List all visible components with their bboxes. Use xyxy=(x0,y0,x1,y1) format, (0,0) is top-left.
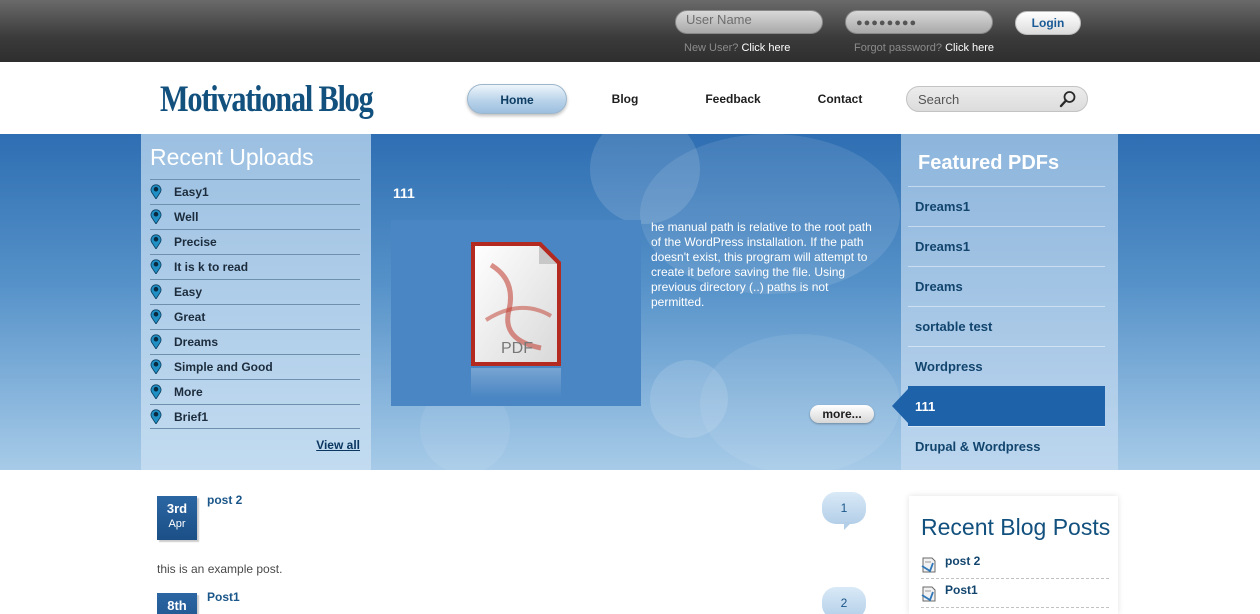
pdf-icon-label: PDF xyxy=(501,340,533,357)
view-all-link[interactable]: View all xyxy=(316,438,360,452)
pin-icon xyxy=(150,284,162,299)
feature-description: he manual path is relative to the root p… xyxy=(651,220,872,309)
upload-item[interactable]: Easy xyxy=(150,279,360,304)
pin-icon xyxy=(150,309,162,324)
password-input[interactable]: ●●●●●●●● xyxy=(845,10,993,34)
forgot-password-text: Forgot password? xyxy=(854,42,943,54)
pdf-item[interactable]: Wordpress xyxy=(908,346,1105,386)
search-placeholder: Search xyxy=(918,92,960,107)
upload-item[interactable]: Simple and Good xyxy=(150,354,360,379)
recent-blog-posts-panel: Recent Blog Posts post 2 Post1 xyxy=(909,496,1118,614)
comment-count-bubble[interactable]: 1 xyxy=(822,492,866,530)
pdf-item[interactable]: Dreams1 xyxy=(908,226,1105,266)
post-title[interactable]: post 2 xyxy=(207,493,242,507)
document-icon xyxy=(921,586,936,602)
pin-icon xyxy=(150,184,162,199)
pdf-item-active[interactable]: 111 xyxy=(892,386,1105,426)
featured-pdfs-title: Featured PDFs xyxy=(918,152,1060,174)
post-excerpt: this is an example post. xyxy=(157,562,283,576)
recent-uploads-list: Easy1 Well Precise It is k to read Easy … xyxy=(150,179,360,429)
login-button[interactable]: Login xyxy=(1015,11,1081,35)
pdf-item[interactable]: Drupal & Wordpress xyxy=(908,426,1105,466)
feature-title[interactable]: 111 xyxy=(393,185,415,201)
search-icon[interactable] xyxy=(1059,90,1077,108)
decor-bubble xyxy=(700,334,900,470)
pdf-item[interactable]: Dreams1 xyxy=(908,186,1105,226)
new-user-line: New User? Click here xyxy=(684,42,790,54)
posts-section: 3rd Apr post 2 1 this is an example post… xyxy=(141,470,901,614)
upload-item-label: It is k to read xyxy=(174,260,249,274)
forgot-password-line: Forgot password? Click here xyxy=(854,42,994,54)
upload-item[interactable]: Precise xyxy=(150,229,360,254)
pin-icon xyxy=(150,234,162,249)
recent-post-item[interactable]: post 2 xyxy=(921,550,1109,579)
upload-item-label: Great xyxy=(174,310,206,324)
upload-item[interactable]: Easy1 xyxy=(150,179,360,204)
pin-icon xyxy=(150,334,162,349)
upload-item[interactable]: Dreams xyxy=(150,329,360,354)
nav-contact[interactable]: Contact xyxy=(812,84,868,114)
upload-item-label: Easy xyxy=(174,285,203,299)
upload-item-label: Well xyxy=(174,210,199,224)
upload-item[interactable]: Great xyxy=(150,304,360,329)
upload-item-label: Brief1 xyxy=(174,410,209,424)
recent-post-title: post 2 xyxy=(945,554,981,568)
upload-item[interactable]: It is k to read xyxy=(150,254,360,279)
top-bar: User Name ●●●●●●●● Login New User? Click… xyxy=(0,0,1260,62)
post-title[interactable]: Post1 xyxy=(207,590,240,604)
site-logo[interactable]: Motivational Blog xyxy=(160,78,374,121)
recent-post-item[interactable]: Post1 xyxy=(921,579,1109,608)
upload-item-label: Precise xyxy=(174,235,217,249)
pdf-item[interactable]: sortable test xyxy=(908,306,1105,346)
upload-item[interactable]: Well xyxy=(150,204,360,229)
new-user-text: New User? xyxy=(684,42,739,54)
forgot-password-link[interactable]: Click here xyxy=(945,42,994,54)
recent-blog-posts-title: Recent Blog Posts xyxy=(921,514,1111,540)
pdf-file-icon: PDF xyxy=(471,242,561,398)
more-button[interactable]: more... xyxy=(810,405,874,423)
upload-item-label: Simple and Good xyxy=(174,360,273,374)
featured-pdfs-list: Dreams1 Dreams1 Dreams sortable test Wor… xyxy=(892,186,1105,466)
comment-count-bubble[interactable]: 2 xyxy=(822,587,866,614)
nav-home[interactable]: Home xyxy=(467,84,567,114)
post-day: 8th xyxy=(167,598,187,613)
upload-item[interactable]: More xyxy=(150,379,360,404)
post-month: Apr xyxy=(168,518,186,530)
upload-item[interactable]: Brief1 xyxy=(150,404,360,429)
recent-uploads-panel: Recent Uploads Easy1 Well Precise It is … xyxy=(141,134,371,470)
featured-pdfs-panel: Featured PDFs Dreams1 Dreams1 Dreams sor… xyxy=(892,134,1118,470)
upload-item-label: Dreams xyxy=(174,335,219,349)
recent-uploads-title: Recent Uploads xyxy=(150,144,314,170)
pdf-item[interactable]: Dreams xyxy=(908,266,1105,306)
upload-item-label: Easy1 xyxy=(174,185,209,199)
search-input[interactable]: Search xyxy=(906,86,1088,112)
post-date-badge: 3rd Apr xyxy=(157,496,197,540)
username-input[interactable]: User Name xyxy=(675,10,823,34)
post-day: 3rd xyxy=(166,501,188,516)
feature-image[interactable]: PDF xyxy=(391,220,641,406)
pin-icon xyxy=(150,359,162,374)
pin-icon xyxy=(150,409,162,424)
pin-icon xyxy=(150,384,162,399)
post-date-badge: 8th xyxy=(157,593,197,614)
nav-feedback[interactable]: Feedback xyxy=(697,84,769,114)
pin-icon xyxy=(150,209,162,224)
nav-blog[interactable]: Blog xyxy=(600,84,650,114)
document-icon xyxy=(921,557,936,573)
pin-icon xyxy=(150,259,162,274)
upload-item-label: More xyxy=(174,385,203,399)
recent-post-title: Post1 xyxy=(945,583,978,597)
register-link[interactable]: Click here xyxy=(741,42,790,54)
